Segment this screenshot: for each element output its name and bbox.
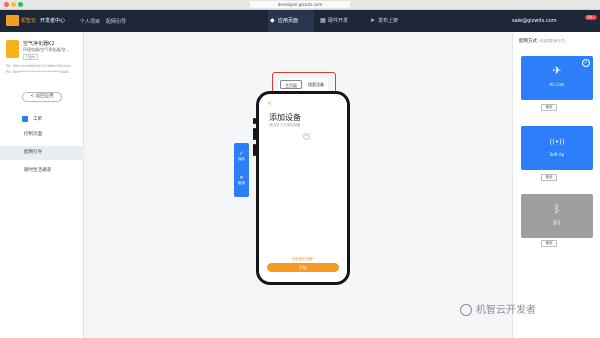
nav-tab-hardware[interactable]: ▦ 硬件开发: [318, 10, 364, 32]
diamond-icon: ◆: [270, 17, 275, 24]
floating-toolbar: ✓ 保存 ✕ 取消: [234, 143, 249, 197]
product-key: PK: 9fb0c9cafe6e4e7d7fa6b0f5d2ea...: [6, 64, 73, 68]
product-secret: PS: 6e6***********************0ba6: [6, 70, 68, 74]
save-tool[interactable]: ✓ 保存: [234, 150, 249, 162]
nav-tab-publish[interactable]: ➤ 发布上架: [368, 10, 414, 32]
airlink-use-button[interactable]: 使用: [541, 104, 557, 111]
close-window-icon[interactable]: [4, 2, 9, 7]
phone-preview: < 添加设备 请点击下方添加设备 + 没有搜到设备? 开始: [256, 91, 350, 285]
watermark: 机智云开发者: [460, 301, 536, 316]
no-device-found-link[interactable]: 没有搜到设备?: [259, 257, 347, 262]
logo-icon: [6, 15, 19, 26]
sidebar: 空气净化器K2 环境电器/空气净化器/空... 已发布 PK: 9fb0c9ca…: [0, 32, 84, 338]
wifi-signal-icon: ((•)): [549, 138, 565, 146]
cancel-tool[interactable]: ✕ 取消: [234, 175, 249, 186]
bluetooth-use-button[interactable]: 使用: [541, 240, 557, 247]
minimize-window-icon[interactable]: [11, 2, 16, 7]
sidebar-item-control-page[interactable]: 控制页面: [0, 128, 84, 142]
product-status-tag: 已发布: [23, 54, 39, 60]
nav-tab-label: 应用页面: [278, 18, 299, 24]
sidebar-item-network-guide[interactable]: 配网引导: [0, 146, 84, 160]
back-to-app-button[interactable]: < 返回应用: [22, 92, 62, 102]
screen: developer.gizwits.com 机智云 开发者中心 个人项目 配网引…: [0, 0, 600, 338]
url-bar[interactable]: developer.gizwits.com: [250, 1, 350, 8]
card-name: 蓝牙: [553, 220, 561, 225]
panel-subtitle: (可选择配网方式): [538, 39, 566, 43]
logo-text: 机智云: [21, 18, 37, 24]
save-label: 保存: [238, 157, 245, 161]
softap-card[interactable]: ((•)) Soft Ap: [521, 126, 593, 170]
breadcrumb-page[interactable]: 配网引导: [106, 18, 126, 25]
phone-page-subtitle: 请点击下方添加设备: [269, 123, 301, 127]
maximize-window-icon[interactable]: [18, 2, 23, 7]
watermark-text: 机智云开发者: [476, 305, 536, 316]
start-button[interactable]: 开始: [267, 263, 339, 272]
dev-center-title[interactable]: 开发者中心: [40, 17, 65, 24]
card-name: Soft Ap: [549, 152, 565, 157]
card-name: Air Link: [549, 82, 565, 87]
check-icon: ✓: [238, 150, 245, 157]
cancel-label: 取消: [238, 181, 245, 185]
ps-label: PS:: [6, 70, 12, 74]
airplane-icon: ✈: [552, 64, 562, 77]
app-header: 机智云 开发者中心 个人项目 配网引导 ◆ 应用页面 ▦ 硬件开发 ➤ 发布上架…: [0, 10, 600, 32]
phone-page-title: 添加设备: [269, 113, 301, 122]
pk-value: 9fb0c9cafe6e4e7d7fa6b0f5d2ea...: [12, 64, 74, 68]
nav-tab-label: 发布上架: [378, 18, 399, 24]
product-image: [6, 40, 19, 58]
sidebar-item-life-channel[interactable]: 随时生活通道: [0, 164, 84, 178]
airlink-card[interactable]: ✓ ✈ Air Link: [521, 56, 593, 100]
send-icon: ➤: [370, 17, 376, 24]
back-arrow-icon[interactable]: <: [267, 100, 272, 107]
product-name: 空气净化器K2: [23, 41, 55, 47]
ps-value: 6e6***********************0ba6: [12, 70, 69, 74]
ticket-icon: [22, 116, 28, 122]
wechat-icon: [460, 304, 472, 316]
product-category: 环境电器/空气净化器/空...: [23, 47, 70, 52]
bluetooth-card[interactable]: ᛒ 蓝牙: [521, 194, 593, 238]
message-badge[interactable]: 99+: [585, 15, 598, 20]
pk-label: PK:: [6, 64, 12, 68]
softap-use-button[interactable]: 使用: [541, 174, 557, 181]
chip-icon: ▦: [320, 17, 326, 24]
browser-bar: developer.gizwits.com: [0, 0, 600, 10]
nav-tab-label: 硬件开发: [328, 18, 349, 24]
breadcrumb-project[interactable]: 个人项目: [80, 18, 100, 25]
user-email[interactable]: sale@gizwits.com: [512, 18, 557, 24]
add-device-icon[interactable]: +: [303, 133, 310, 140]
network-method-title: 配网方式 (可选择配网方式): [519, 38, 566, 44]
nav-tab-app-pages[interactable]: ◆ 应用页面: [268, 10, 314, 32]
right-panel: 配网方式 (可选择配网方式) ✓ ✈ Air Link 使用 ((•)) Sof…: [512, 32, 600, 338]
panel-title: 配网方式: [519, 39, 537, 44]
bluetooth-icon: ᛒ: [553, 202, 561, 215]
sidebar-section-title: 工单: [33, 117, 42, 122]
